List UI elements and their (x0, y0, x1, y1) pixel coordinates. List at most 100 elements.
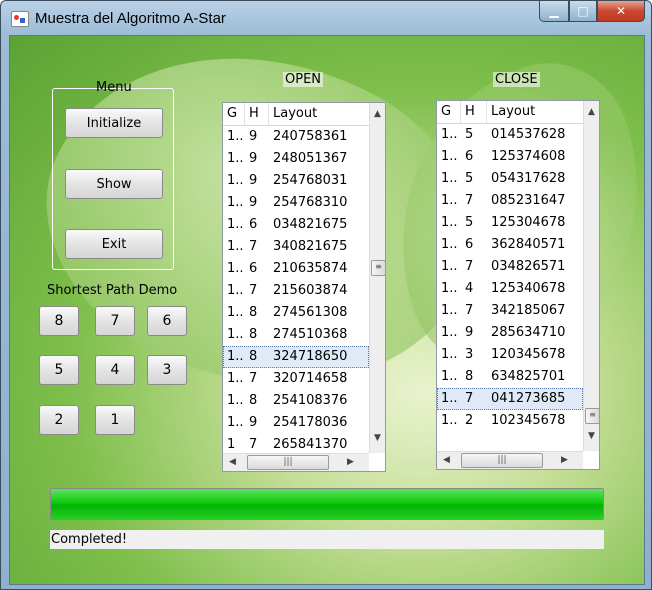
table-row[interactable]: 1.. 9 248051367 (223, 148, 369, 170)
scroll-thumb-horizontal[interactable]: ||| (461, 453, 543, 468)
table-row[interactable]: 1.. 6 362840571 (437, 234, 583, 256)
cell-g: 1.. (227, 217, 244, 232)
column-header-g[interactable]: G (437, 101, 461, 123)
scroll-thumb[interactable]: ≡ (585, 408, 599, 424)
column-header-h[interactable]: H (245, 103, 269, 125)
table-row[interactable]: 1.. 6 034821675 (223, 214, 369, 236)
column-header-h[interactable]: H (461, 101, 487, 123)
table-row[interactable]: 1.. 8 274510368 (223, 324, 369, 346)
scroll-thumb[interactable]: ≡ (371, 260, 385, 276)
cell-h: 9 (249, 173, 258, 188)
tile-1[interactable]: 1 (95, 405, 135, 435)
cell-layout: 085231647 (491, 193, 566, 208)
column-header-g[interactable]: G (223, 103, 245, 125)
tile-6[interactable]: 6 (147, 306, 187, 336)
cell-h: 7 (249, 371, 258, 386)
progress-bar (50, 488, 604, 520)
close-label: CLOSE (493, 72, 540, 87)
cell-g: 1.. (227, 305, 244, 320)
scroll-left-icon[interactable]: ◀ (229, 457, 236, 467)
open-vertical-scrollbar[interactable]: ▲ ≡ ▼ (369, 103, 385, 453)
tile-5[interactable]: 5 (39, 355, 79, 385)
tile-3[interactable]: 3 (147, 355, 187, 385)
table-row[interactable]: 1.. 5 054317628 (437, 168, 583, 190)
cell-layout: 274510368 (273, 327, 348, 342)
cell-h: 7 (465, 303, 474, 318)
table-row[interactable]: 1.. 4 125340678 (437, 278, 583, 300)
open-table[interactable]: G H Layout 1.. 9 240758361 1.. 9 248051367 1..… (222, 102, 386, 472)
table-row[interactable]: 1.. 8 254108376 (223, 390, 369, 412)
open-label: OPEN (283, 72, 324, 87)
column-header-layout[interactable]: Layout (487, 101, 583, 123)
table-row[interactable]: 1.. 6 210635874 (223, 258, 369, 280)
scroll-up-icon[interactable]: ▲ (588, 107, 595, 117)
title-bar[interactable]: Muestra del Algoritmo A-Star ▁ □ ✕ (1, 1, 651, 35)
cell-g: 1.. (441, 413, 458, 428)
table-row[interactable]: 1.. 6 125374608 (437, 146, 583, 168)
cell-layout: 034826571 (491, 259, 566, 274)
scroll-left-icon[interactable]: ◀ (443, 455, 450, 465)
table-row[interactable]: 1.. 8 324718650 (223, 346, 369, 368)
tile-8[interactable]: 8 (39, 306, 79, 336)
table-row[interactable]: 1.. 9 240758361 (223, 126, 369, 148)
table-row[interactable]: 1.. 9 254768310 (223, 192, 369, 214)
maximize-button[interactable]: □ (569, 1, 597, 22)
cell-g: 1.. (227, 173, 244, 188)
cell-layout: 054317628 (491, 171, 566, 186)
cell-g: 1.. (223, 346, 245, 368)
scroll-thumb-horizontal[interactable]: ||| (247, 455, 329, 470)
column-header-layout[interactable]: Layout (269, 103, 369, 125)
cell-h: 9 (249, 415, 258, 430)
cell-g: 1.. (441, 193, 458, 208)
table-row[interactable]: 1.. 7 215603874 (223, 280, 369, 302)
table-row[interactable]: 1.. 9 285634710 (437, 322, 583, 344)
cell-layout: 125304678 (491, 215, 566, 230)
initialize-button[interactable]: Initialize (65, 108, 163, 138)
table-row[interactable]: 1.. 3 120345678 (437, 344, 583, 366)
close-table[interactable]: G H Layout 1.. 5 014537628 1.. 6 125374608 1..… (436, 100, 600, 470)
scroll-up-icon[interactable]: ▲ (374, 109, 381, 119)
table-row[interactable]: 1.. 2 102345678 (437, 410, 583, 432)
tile-2[interactable]: 2 (39, 405, 79, 435)
table-row[interactable]: 1.. 7 320714658 (223, 368, 369, 390)
cell-layout: 320714658 (273, 371, 348, 386)
window-controls: ▁ □ ✕ (539, 1, 645, 23)
close-horizontal-scrollbar[interactable]: ◀ ||| ▶ (437, 451, 583, 469)
table-row[interactable]: 1.. 5 014537628 (437, 124, 583, 146)
cell-h: 8 (245, 346, 269, 368)
table-row[interactable]: 1.. 8 274561308 (223, 302, 369, 324)
close-vertical-scrollbar[interactable]: ▲ ≡ ▼ (583, 101, 599, 451)
cell-g: 1.. (441, 347, 458, 362)
scroll-right-icon[interactable]: ▶ (347, 457, 354, 467)
show-button[interactable]: Show (65, 169, 163, 199)
cell-h: 7 (465, 193, 474, 208)
cell-layout: 324718650 (269, 346, 369, 368)
table-row[interactable]: 1.. 7 085231647 (437, 190, 583, 212)
table-row[interactable]: 1.. 7 342185067 (437, 300, 583, 322)
open-horizontal-scrollbar[interactable]: ◀ ||| ▶ (223, 453, 369, 471)
cell-layout: 120345678 (491, 347, 566, 362)
scroll-down-icon[interactable]: ▼ (374, 433, 381, 443)
cell-layout: 041273685 (487, 388, 583, 410)
table-row[interactable]: 1.. 7 034826571 (437, 256, 583, 278)
scroll-down-icon[interactable]: ▼ (588, 431, 595, 441)
cell-layout: 210635874 (273, 261, 348, 276)
cell-h: 6 (465, 237, 474, 252)
scroll-right-icon[interactable]: ▶ (561, 455, 568, 465)
table-row[interactable]: 1.. 7 340821675 (223, 236, 369, 258)
close-button[interactable]: ✕ (597, 1, 645, 22)
table-row[interactable]: 1.. 9 254178036 (223, 412, 369, 434)
table-row[interactable]: 1.. 5 125304678 (437, 212, 583, 234)
cell-layout: 102345678 (491, 413, 566, 428)
cell-layout: 340821675 (273, 239, 348, 254)
cell-h: 5 (465, 171, 474, 186)
table-row[interactable]: 1.. 9 254768031 (223, 170, 369, 192)
tile-7[interactable]: 7 (95, 306, 135, 336)
tile-4[interactable]: 4 (95, 355, 135, 385)
exit-button[interactable]: Exit (65, 229, 163, 259)
cell-layout: 125340678 (491, 281, 566, 296)
minimize-button[interactable]: ▁ (539, 1, 569, 22)
table-row[interactable]: 1.. 8 634825701 (437, 366, 583, 388)
cell-layout: 240758361 (273, 129, 348, 144)
table-row[interactable]: 1.. 7 041273685 (437, 388, 583, 410)
